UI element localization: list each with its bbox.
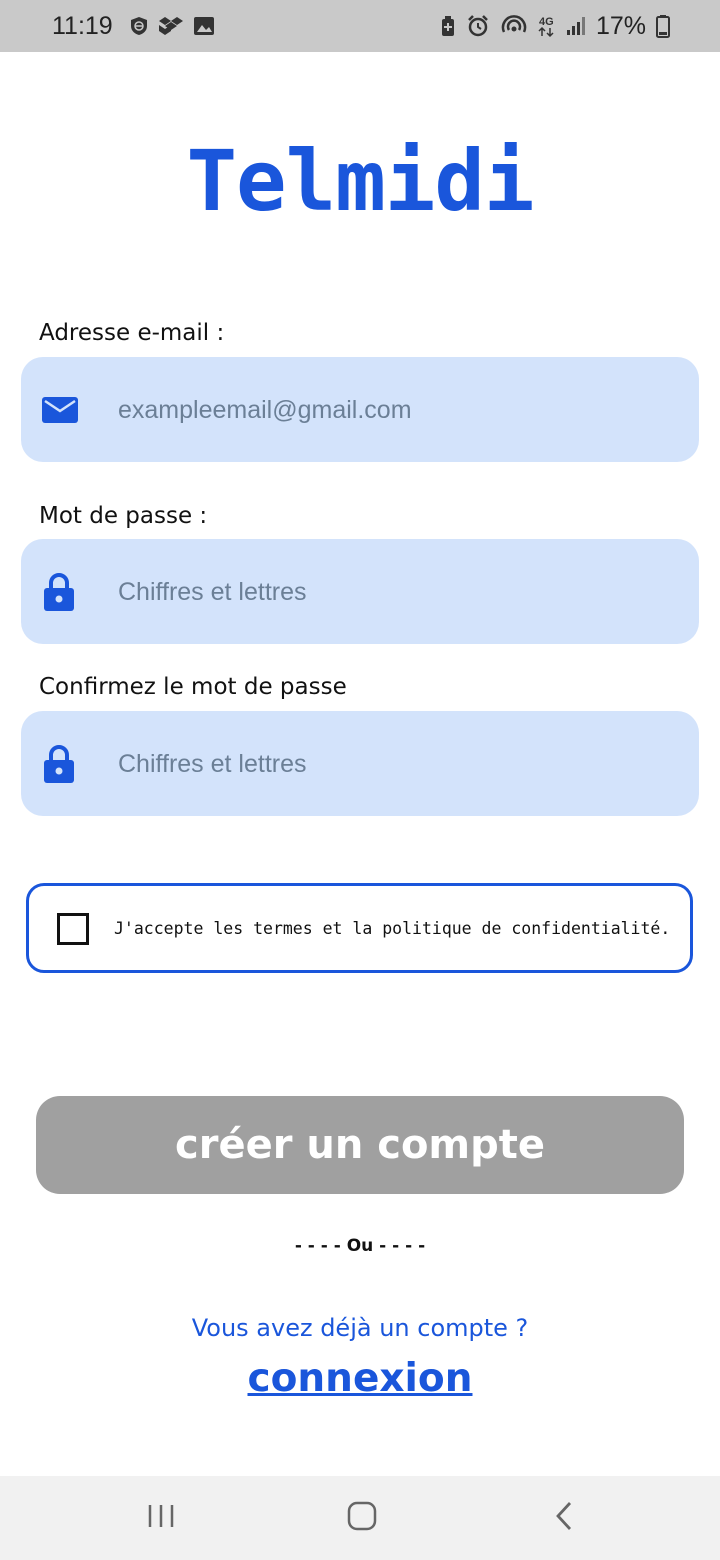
back-icon	[554, 1501, 574, 1535]
email-field-container[interactable]	[21, 357, 699, 464]
terms-checkbox[interactable]	[57, 913, 89, 945]
signal-icon	[566, 16, 586, 36]
password-input[interactable]	[116, 539, 680, 646]
status-bar-left: 11:19	[52, 12, 215, 41]
back-button[interactable]	[522, 1476, 606, 1560]
lock-icon	[43, 744, 75, 784]
home-button[interactable]	[320, 1476, 404, 1560]
confirm-password-label: Confirmez le mot de passe	[39, 674, 347, 700]
home-icon	[347, 1501, 377, 1535]
vpn-shield-icon	[129, 16, 149, 36]
create-account-button[interactable]: créer un compte	[36, 1096, 684, 1194]
email-label: Adresse e-mail :	[39, 320, 225, 346]
system-nav-bar	[0, 1476, 720, 1560]
alarm-icon	[466, 14, 490, 38]
or-separator: - - - - Ou - - - -	[294, 1236, 426, 1256]
4g-icon: 4G	[538, 14, 556, 38]
status-time: 11:19	[52, 11, 113, 40]
recent-apps-icon	[147, 1503, 175, 1533]
dropbox-icon	[158, 16, 183, 36]
mail-icon	[41, 395, 79, 425]
battery-saver-icon	[440, 15, 456, 37]
password-field-container[interactable]	[21, 539, 699, 646]
have-account-prompt: Vous avez déjà un compte ?	[191, 1314, 529, 1342]
hotspot-icon	[500, 14, 528, 38]
status-bar: 11:19 4G 17%	[0, 0, 720, 52]
login-link[interactable]: connexion	[0, 1356, 720, 1401]
terms-container[interactable]: J'accepte les termes et la politique de …	[26, 883, 693, 973]
recent-apps-button[interactable]	[120, 1476, 202, 1560]
confirm-password-input[interactable]	[116, 711, 680, 818]
password-label: Mot de passe :	[39, 503, 208, 529]
gallery-icon	[193, 16, 215, 36]
app-logo: Telmidi	[186, 132, 534, 230]
network-type-text: 4G	[539, 16, 554, 28]
confirm-password-field-container[interactable]	[21, 711, 699, 818]
status-bar-right: 4G 17%	[440, 12, 670, 41]
battery-percent: 17%	[595, 11, 646, 40]
email-input[interactable]	[116, 357, 680, 464]
lock-icon	[43, 572, 75, 612]
battery-icon	[656, 14, 670, 38]
terms-label: J'accepte les termes et la politique de …	[114, 918, 671, 938]
